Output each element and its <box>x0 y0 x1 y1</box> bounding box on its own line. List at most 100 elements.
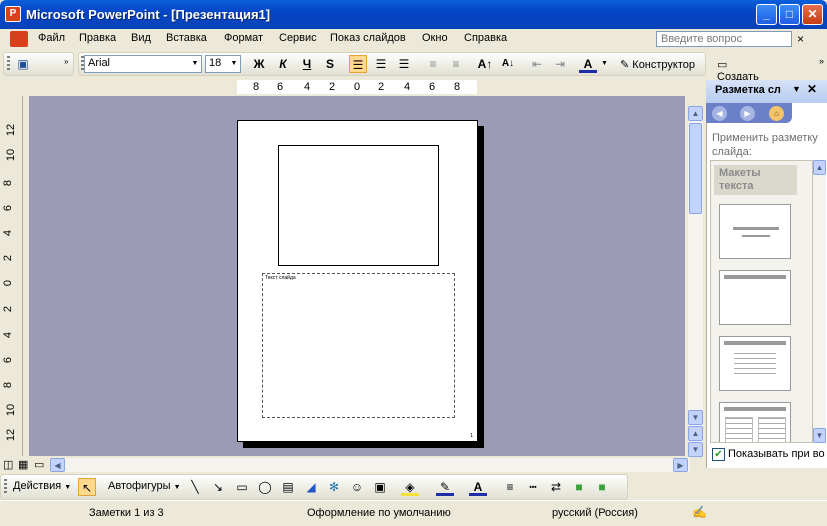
menu-window[interactable]: Окно <box>422 32 448 44</box>
chevron-down-icon: ▼ <box>230 60 238 67</box>
actions-menu[interactable]: Действия ▼ <box>13 480 71 492</box>
menu-insert[interactable]: Вставка <box>166 32 207 44</box>
fill-color-icon[interactable]: ◈ <box>401 478 419 496</box>
forward-icon[interactable]: ▶ <box>740 106 755 121</box>
show-on-insert-label: Показывать при во <box>728 448 825 460</box>
font-size-select[interactable]: 18 ▼ <box>205 55 241 73</box>
scroll-down-button[interactable]: ▼ <box>813 428 826 443</box>
minimize-button[interactable]: _ <box>756 4 777 25</box>
menu-format[interactable]: Формат <box>224 32 263 44</box>
task-pane-close-icon[interactable]: ✕ <box>807 82 817 96</box>
toolbar-grip[interactable] <box>4 479 7 495</box>
back-icon[interactable]: ◀ <box>712 106 727 121</box>
spelling-icon[interactable]: ✍ <box>692 505 707 519</box>
layout-two-columns[interactable] <box>719 402 791 442</box>
toolbar-grip[interactable] <box>7 56 10 72</box>
menu-help[interactable]: Справка <box>464 32 507 44</box>
decrease-indent-button[interactable]: ⇤ <box>528 55 546 73</box>
line-icon[interactable]: ╲ <box>186 478 204 496</box>
next-slide-button[interactable]: ▼ <box>688 442 703 457</box>
notes-text-placeholder[interactable]: Текст слайда <box>262 273 455 418</box>
wordart-icon[interactable]: ◢ <box>302 478 320 496</box>
slide-image-placeholder[interactable] <box>278 145 439 266</box>
arrow-style-icon[interactable]: ⇄ <box>547 478 565 496</box>
menu-slideshow[interactable]: Показ слайдов <box>330 32 406 44</box>
bold-button[interactable]: Ж <box>250 55 268 73</box>
textbox-icon[interactable]: ▤ <box>279 478 297 496</box>
slide-sorter-icon[interactable]: ▦ <box>18 458 28 471</box>
font-name-select[interactable]: Arial ▼ <box>84 55 202 73</box>
3d-style-icon[interactable]: ■ <box>593 478 611 496</box>
arrow-icon[interactable]: ↖ <box>78 478 96 496</box>
save-icon[interactable]: ▣ <box>14 55 32 73</box>
task-pane-menu-icon[interactable]: ▼ <box>792 84 801 94</box>
menu-view[interactable]: Вид <box>131 32 151 44</box>
status-bar: Заметки 1 из 3 Оформление по умолчанию р… <box>0 500 827 526</box>
clipart-icon[interactable]: ☺ <box>348 478 366 496</box>
window-title: Microsoft PowerPoint - [Презентация1] <box>26 7 271 22</box>
line-color-icon[interactable]: ✎ <box>436 478 454 496</box>
underline-button[interactable]: Ч <box>298 55 316 73</box>
help-question-input[interactable]: Введите вопрос <box>656 31 792 47</box>
scroll-up-button[interactable]: ▲ <box>688 106 703 121</box>
diagram-icon[interactable]: ✻ <box>325 478 343 496</box>
close-button[interactable]: ✕ <box>802 4 823 25</box>
previous-slide-button[interactable]: ▲ <box>688 426 703 441</box>
toolbar-options-icon[interactable]: » <box>819 56 824 66</box>
actions-label: Действия <box>13 480 62 492</box>
toolbar-options-icon[interactable]: » <box>64 57 68 66</box>
decrease-font-button[interactable]: A↓ <box>499 55 517 73</box>
font-color-button[interactable]: A <box>579 55 597 73</box>
italic-button[interactable]: К <box>274 55 292 73</box>
layout-title[interactable] <box>719 270 791 325</box>
chevron-down-icon[interactable]: ▼ <box>601 60 608 67</box>
task-pane-scrollbar[interactable]: ▲ ▼ <box>813 160 826 443</box>
close-document-icon[interactable]: × <box>797 32 804 46</box>
designer-button[interactable]: ✎ Конструктор <box>620 58 695 71</box>
show-on-insert-checkbox[interactable]: ✔ <box>712 448 725 461</box>
layout-title-and-text[interactable] <box>719 336 791 391</box>
normal-view-icon[interactable]: ◫ <box>3 458 13 471</box>
shadow-style-icon[interactable]: ■ <box>570 478 588 496</box>
layout-gallery <box>710 160 813 443</box>
bullets-button[interactable]: ≡ <box>447 55 465 73</box>
layout-line <box>724 341 786 345</box>
autoshapes-menu[interactable]: Автофигуры ▼ <box>108 480 181 492</box>
oval-icon[interactable]: ◯ <box>256 478 274 496</box>
numbering-button[interactable]: ≡ <box>424 55 442 73</box>
picture-icon[interactable]: ▣ <box>371 478 389 496</box>
scroll-up-button[interactable]: ▲ <box>813 160 826 175</box>
menu-edit[interactable]: Правка <box>79 32 116 44</box>
align-right-button[interactable]: ☰ <box>395 55 413 73</box>
align-center-button[interactable]: ☰ <box>372 55 390 73</box>
designer-label: Конструктор <box>632 59 695 71</box>
ruler-tick: 10 <box>5 148 18 162</box>
arrow-line-icon[interactable]: ↘ <box>209 478 227 496</box>
scroll-right-button[interactable]: ▶ <box>673 458 688 472</box>
powerpoint-app-icon[interactable]: P <box>5 6 21 22</box>
layout-title-only[interactable] <box>719 204 791 259</box>
line-style-icon[interactable]: ≡ <box>501 478 519 496</box>
vertical-ruler: 12 10 8 6 4 2 0 2 4 6 8 10 12 <box>1 96 23 456</box>
maximize-button[interactable]: □ <box>779 4 800 25</box>
increase-indent-button[interactable]: ⇥ <box>551 55 569 73</box>
ruler-tick: 4 <box>304 81 311 93</box>
increase-font-button[interactable]: A↑ <box>476 55 494 73</box>
menu-file[interactable]: Файл <box>38 32 65 44</box>
document-icon[interactable] <box>10 31 28 47</box>
rectangle-icon[interactable]: ▭ <box>233 478 251 496</box>
font-color-icon[interactable]: A <box>469 478 487 496</box>
horizontal-scrollbar[interactable]: ◀ ▶ <box>50 458 690 472</box>
scroll-thumb[interactable] <box>689 123 702 214</box>
ruler-tick: 4 <box>2 229 15 237</box>
scroll-left-button[interactable]: ◀ <box>50 458 65 472</box>
dash-style-icon[interactable]: ┅ <box>524 478 542 496</box>
layout-line <box>733 227 779 230</box>
ruler-tick: 2 <box>378 81 385 93</box>
slideshow-icon[interactable]: ▭ <box>34 458 44 471</box>
shadow-button[interactable]: S <box>321 55 339 73</box>
home-icon[interactable]: ⌂ <box>769 106 784 121</box>
align-left-button[interactable]: ☰ <box>349 55 367 73</box>
scroll-down-button[interactable]: ▼ <box>688 410 703 425</box>
menu-tools[interactable]: Сервис <box>279 32 317 44</box>
